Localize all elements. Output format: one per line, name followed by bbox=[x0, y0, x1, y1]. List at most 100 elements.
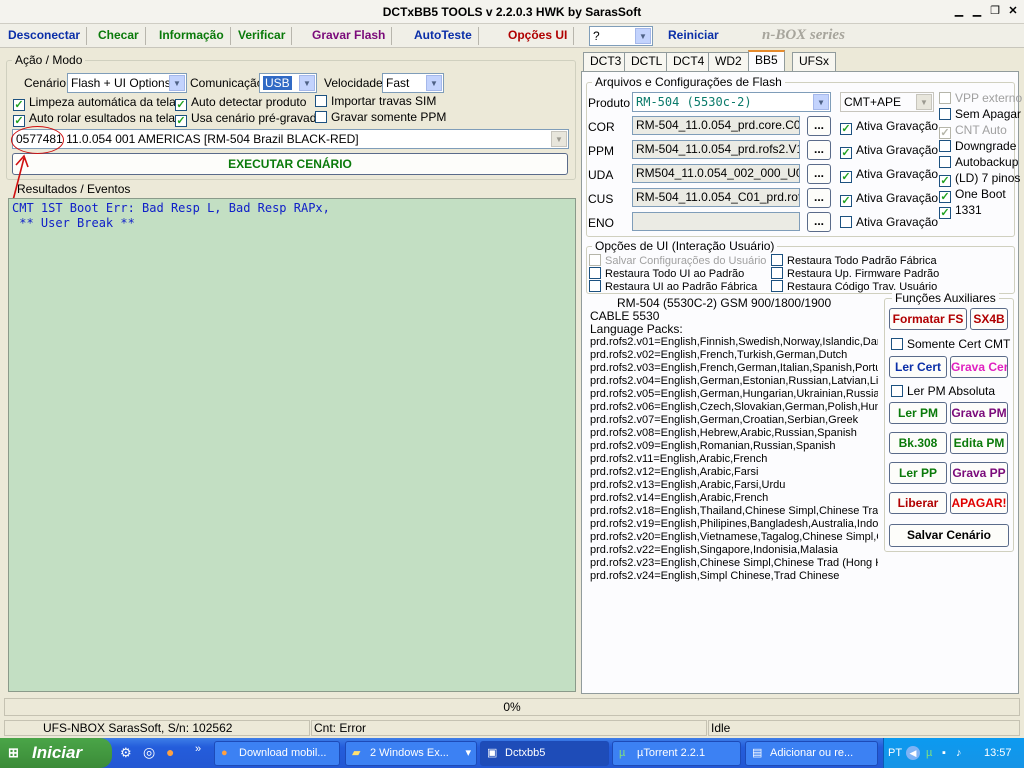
autobackup-checkbox[interactable]: Autobackup bbox=[939, 156, 1018, 169]
sx4b-button[interactable]: SX4B bbox=[970, 308, 1008, 330]
autoclean-checkbox[interactable]: ✓ Limpeza automática da tela bbox=[13, 96, 176, 111]
eno-enable-checkbox[interactable]: Ativa Gravação bbox=[840, 216, 938, 229]
cmt-cert-checkbox[interactable]: Somente Cert CMT bbox=[891, 338, 1010, 351]
restart-button[interactable]: Reiniciar bbox=[662, 27, 725, 45]
save-user-config-checkbox[interactable]: Salvar Configurações do Usuário bbox=[589, 254, 766, 268]
write-pm-button[interactable]: Grava PM bbox=[950, 402, 1008, 424]
pm-absolute-checkbox[interactable]: Ler PM Absoluta bbox=[891, 385, 995, 398]
task-download[interactable]: ● Download mobil... bbox=[214, 741, 340, 766]
vpp-checkbox[interactable]: VPP externo bbox=[939, 92, 1022, 105]
ui-option-label: Restaura Todo UI ao Padrão bbox=[605, 268, 745, 280]
volume-tray-icon[interactable]: ♪ bbox=[956, 738, 962, 768]
toolbar-select[interactable]: ? ▼ bbox=[589, 26, 653, 46]
quicklaunch-firefox-icon[interactable]: ● bbox=[166, 744, 174, 760]
oneboot-checkbox[interactable]: ✓ One Boot bbox=[939, 188, 1006, 203]
cor-enable-checkbox[interactable]: ✓ Ativa Gravação bbox=[840, 120, 938, 135]
cnt-auto-checkbox[interactable]: ✓ CNT Auto bbox=[939, 124, 1007, 139]
browse-button[interactable]: ... bbox=[807, 212, 831, 232]
restore-ui-checkbox[interactable]: Restaura Todo UI ao Padrão bbox=[589, 267, 744, 281]
read-pm-button[interactable]: Ler PM bbox=[889, 402, 947, 424]
cor-file-field[interactable]: RM-504_11.0.054_prd.core.C00 bbox=[632, 116, 800, 135]
product-model-value: RM-504 (5530c-2) bbox=[636, 95, 752, 109]
restore-firmware-checkbox[interactable]: Restaura Up. Firmware Padrão bbox=[771, 267, 939, 281]
tab-wd2[interactable]: WD2 bbox=[708, 52, 749, 71]
bk308-button[interactable]: Bk.308 bbox=[889, 432, 947, 454]
tab-bb5[interactable]: BB5 bbox=[748, 50, 785, 72]
close-icon[interactable]: ✕ bbox=[1004, 4, 1022, 20]
import-locks-checkbox[interactable]: Importar travas SIM bbox=[315, 95, 436, 108]
save-scenario-button[interactable]: Salvar Cenário bbox=[889, 524, 1009, 547]
ui-options-button[interactable]: Opções UI bbox=[502, 27, 575, 45]
task-dctxbb5[interactable]: ▣ Dctxbb5 bbox=[480, 741, 609, 766]
quicklaunch-desktop-icon[interactable]: ⚙ bbox=[120, 745, 132, 761]
read-pp-button[interactable]: Ler PP bbox=[889, 462, 947, 484]
task-add-remove[interactable]: ▤ Adicionar ou re... bbox=[745, 741, 878, 766]
check-icon: ✓ bbox=[840, 171, 852, 183]
uda-enable-checkbox[interactable]: ✓ Ativa Gravação bbox=[840, 168, 938, 183]
execute-scenario-button[interactable]: EXECUTAR CENÁRIO bbox=[12, 153, 568, 175]
scenario-select[interactable]: Flash + UI Options ▼ bbox=[67, 73, 187, 93]
browse-button[interactable]: ... bbox=[807, 116, 831, 136]
7pinos-checkbox[interactable]: ✓ (LD) 7 pinos bbox=[939, 172, 1020, 187]
comm-select[interactable]: USB ▼ bbox=[259, 73, 317, 93]
erase-button[interactable]: APAGAR! bbox=[950, 492, 1008, 514]
scenario-label: Cenário bbox=[24, 76, 67, 90]
1331-checkbox[interactable]: ✓ 1331 bbox=[939, 204, 982, 219]
write-ppm-checkbox[interactable]: Gravar somente PPM bbox=[315, 111, 446, 124]
write-pp-button[interactable]: Grava PP bbox=[950, 462, 1008, 484]
uda-file-field[interactable]: RM504_11.0.054_002_000_U001 bbox=[632, 164, 800, 183]
check-button[interactable]: Checar bbox=[92, 27, 146, 45]
info-button[interactable]: Informação bbox=[153, 27, 231, 45]
downgrade-checkbox[interactable]: Downgrade bbox=[939, 140, 1016, 153]
product-select[interactable]: 0577481 11.0.054 001 AMERICAS [RM-504 Br… bbox=[12, 129, 569, 149]
write-cert-button[interactable]: Grava Cert bbox=[950, 356, 1008, 378]
utorrent-tray-icon[interactable]: µ bbox=[926, 738, 932, 768]
chevron-left-icon[interactable]: ◀ bbox=[906, 746, 920, 760]
tab-dct4[interactable]: DCT4 bbox=[666, 52, 712, 71]
tab-dctl[interactable]: DCTL bbox=[624, 52, 670, 71]
speed-value: Fast bbox=[386, 76, 410, 90]
cus-file-field[interactable]: RM-504_11.0.054_C01_prd.rofs3. bbox=[632, 188, 800, 207]
checkbox-box bbox=[840, 216, 852, 228]
speed-select[interactable]: Fast ▼ bbox=[382, 73, 444, 93]
write-flash-button[interactable]: Gravar Flash bbox=[306, 27, 393, 45]
mode-value: CMT+APE bbox=[844, 95, 902, 109]
start-button[interactable]: ⊞ Iniciar bbox=[0, 738, 112, 768]
restore-factory-checkbox[interactable]: Restaura Todo Padrão Fábrica bbox=[771, 254, 937, 268]
list-item: prd.rofs2.v19=English,Philipines,Banglad… bbox=[590, 518, 878, 530]
tab-ufsx[interactable]: UFSx bbox=[792, 52, 836, 71]
format-fs-button[interactable]: Formatar FS bbox=[889, 308, 967, 330]
ppm-file-field[interactable]: RM-504_11.0.054_prd.rofs2.V16 bbox=[632, 140, 800, 159]
product-label: Produto bbox=[588, 96, 631, 110]
mode-select[interactable]: CMT+APE ▼ bbox=[840, 92, 934, 112]
browse-button[interactable]: ... bbox=[807, 188, 831, 208]
disconnect-button[interactable]: Desconectar bbox=[2, 27, 88, 45]
quicklaunch-browser-icon[interactable]: ◎ bbox=[143, 744, 155, 761]
autoscroll-checkbox[interactable]: ✓ Auto rolar esultados na tela bbox=[13, 112, 175, 127]
task-explorer[interactable]: ▰ 2 Windows Ex... ▾ bbox=[345, 741, 477, 766]
tab-dct3[interactable]: DCT3 bbox=[583, 52, 629, 71]
minimize-icon[interactable]: ▁ bbox=[950, 4, 968, 20]
network-tray-icon[interactable]: ▪ bbox=[942, 738, 946, 768]
autodetect-checkbox[interactable]: ✓ Auto detectar produto bbox=[175, 96, 306, 111]
unlock-button[interactable]: Liberar bbox=[889, 492, 947, 514]
quicklaunch-more-icon[interactable]: » bbox=[195, 743, 201, 755]
edit-pm-button[interactable]: Edita PM bbox=[950, 432, 1008, 454]
eno-file-field[interactable] bbox=[632, 212, 800, 231]
ppm-enable-checkbox[interactable]: ✓ Ativa Gravação bbox=[840, 144, 938, 159]
browse-button[interactable]: ... bbox=[807, 164, 831, 184]
verify-button[interactable]: Verificar bbox=[232, 27, 293, 45]
task-utorrent[interactable]: µ µTorrent 2.2.1 bbox=[612, 741, 741, 766]
minimize-button-2-icon[interactable]: ▁ bbox=[968, 4, 986, 20]
sem-apagar-checkbox[interactable]: Sem Apagar bbox=[939, 108, 1021, 121]
language-indicator[interactable]: PT bbox=[888, 738, 902, 768]
product-model-select[interactable]: RM-504 (5530c-2) ▼ bbox=[632, 92, 831, 112]
prerecorded-checkbox[interactable]: ✓ Usa cenário pré-gravado bbox=[175, 112, 323, 127]
cus-enable-checkbox[interactable]: ✓ Ativa Gravação bbox=[840, 192, 938, 207]
maximize-icon[interactable]: ❐ bbox=[986, 4, 1004, 20]
ui-option-label: Restaura UI ao Padrão Fábrica bbox=[605, 281, 758, 293]
browse-button[interactable]: ... bbox=[807, 140, 831, 160]
read-cert-button[interactable]: Ler Cert bbox=[889, 356, 947, 378]
restore-ui-factory-checkbox[interactable]: Restaura UI ao Padrão Fábrica bbox=[589, 280, 757, 294]
autotest-button[interactable]: AutoTeste bbox=[408, 27, 479, 45]
